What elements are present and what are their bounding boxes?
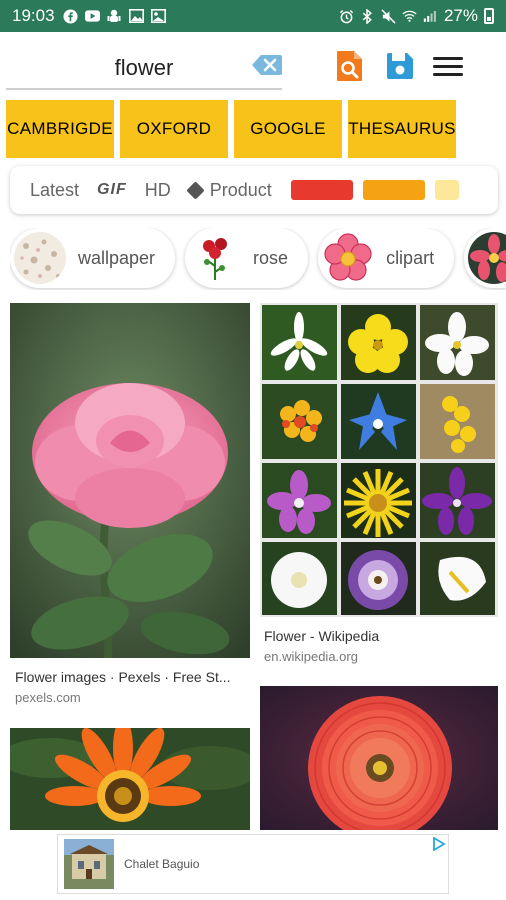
ad-thumbnail	[64, 839, 114, 889]
chip-wallpaper[interactable]: wallpaper	[10, 228, 176, 288]
system-icons: 27%	[339, 6, 494, 26]
wifi-icon	[402, 9, 417, 24]
suggestion-chips: wallpaper rose clipart	[10, 228, 506, 290]
image-search-button[interactable]	[334, 50, 366, 82]
result-title: Flower - Wikipedia	[264, 628, 380, 644]
status-time: 19:03	[12, 6, 55, 25]
oxford-button[interactable]: OXFORD	[120, 100, 228, 158]
result-source: en.wikipedia.org	[264, 649, 358, 664]
filter-product[interactable]: Product	[180, 180, 281, 201]
google-button[interactable]: GOOGLE	[234, 100, 342, 158]
image-filter-bar: Latest GIF HD Product	[10, 166, 498, 214]
photo-icon	[150, 9, 166, 24]
thesaurus-button[interactable]: THESAURUS	[348, 100, 456, 158]
search-input-underline	[6, 88, 282, 90]
search-input[interactable]: flower	[6, 52, 282, 84]
battery-percent: 27%	[443, 6, 478, 25]
hamburger-icon	[433, 52, 463, 81]
clear-search-button[interactable]	[251, 54, 283, 76]
result-title: Flower images · Pexels · Free St...	[15, 669, 231, 685]
chip-clipart[interactable]: clipart	[318, 228, 455, 288]
result-image-flower-grid[interactable]	[260, 303, 498, 617]
floppy-disk-icon	[387, 53, 413, 79]
chip-label: wallpaper	[78, 247, 156, 268]
backspace-icon	[252, 55, 282, 75]
flower-thumbnail	[468, 232, 506, 284]
image-result[interactable]	[260, 686, 498, 830]
status-bar: 19:03 27%	[0, 0, 506, 32]
filter-hd[interactable]: HD	[136, 180, 180, 201]
rose-thumbnail	[189, 232, 242, 284]
chip-rose[interactable]: rose	[185, 228, 309, 288]
image-result[interactable]: Flower images · Pexels · Free St... pexe…	[10, 303, 250, 708]
image-icon	[128, 9, 144, 24]
result-image-orange-flower[interactable]	[10, 728, 250, 830]
save-button[interactable]	[384, 50, 416, 82]
result-image-red-zinnia[interactable]	[260, 686, 498, 830]
ad-banner[interactable]: Chalet Baguio	[57, 834, 449, 894]
app-screen: 19:03 27% flower CAMBRIGDE OXFORD GOOGLE…	[0, 0, 506, 900]
alarm-icon	[339, 9, 354, 24]
result-image-pink-rose[interactable]	[10, 303, 250, 658]
usb-debug-icon	[107, 9, 122, 24]
notification-icons	[63, 8, 166, 24]
menu-button[interactable]	[432, 50, 464, 82]
tag-icon	[186, 181, 205, 200]
result-source: pexels.com	[15, 690, 81, 705]
search-header: flower	[0, 32, 506, 96]
youtube-icon	[84, 9, 100, 24]
chip-label: rose	[253, 247, 289, 268]
mute-icon	[381, 8, 396, 24]
bluetooth-icon	[360, 8, 375, 24]
wallpaper-thumbnail	[14, 232, 66, 284]
color-filter-yellow[interactable]	[434, 180, 459, 200]
ad-choices-icon[interactable]	[432, 836, 446, 852]
ad-text: Chalet Baguio	[124, 857, 200, 871]
image-result[interactable]	[10, 728, 250, 830]
chip-more[interactable]	[464, 228, 506, 288]
color-filter-orange[interactable]	[362, 180, 425, 200]
document-search-icon	[337, 51, 362, 81]
cambridge-button[interactable]: CAMBRIGDE	[6, 100, 114, 158]
clipart-thumbnail	[322, 232, 375, 284]
battery-icon	[484, 8, 494, 24]
facebook-icon	[63, 8, 78, 24]
signal-icon	[423, 9, 438, 24]
dictionary-buttons: CAMBRIGDE OXFORD GOOGLE THESAURUS	[6, 100, 466, 158]
image-result[interactable]: Flower - Wikipedia en.wikipedia.org	[260, 303, 498, 665]
color-filter-red[interactable]	[290, 180, 353, 200]
filter-latest[interactable]: Latest	[10, 180, 88, 201]
filter-product-label: Product	[209, 179, 272, 200]
filter-gif[interactable]: GIF	[88, 181, 136, 199]
chip-label: clipart	[386, 247, 435, 268]
